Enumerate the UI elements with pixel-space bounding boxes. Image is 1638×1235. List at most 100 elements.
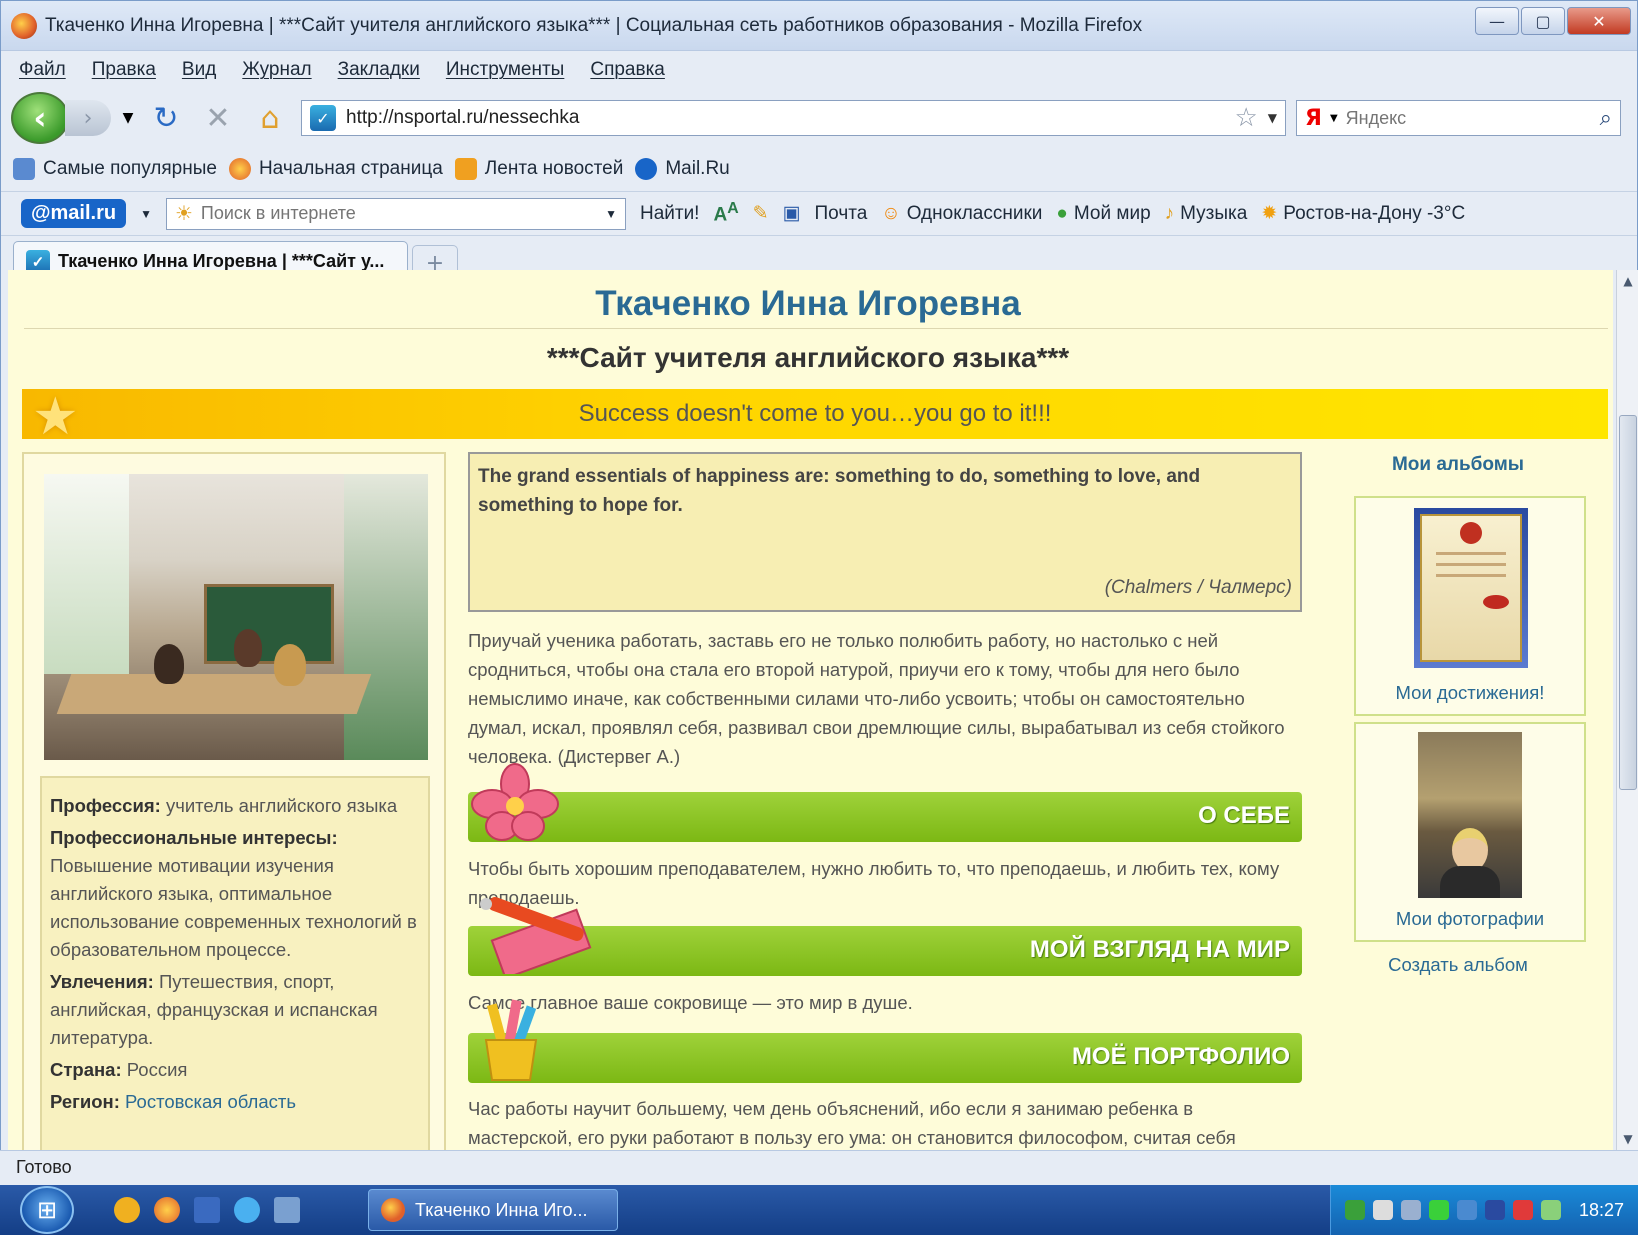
clock[interactable]: 18:27 [1579,1200,1624,1221]
mailru-menu-icon[interactable]: ▼ [140,207,152,221]
book-and-pencil-icon [480,897,592,974]
vertical-scrollbar[interactable]: ▲ ▼ [1616,270,1638,1150]
interests-row: Профессиональные интересы: Повышение моти… [50,824,420,964]
close-button[interactable]: ✕ [1567,7,1631,35]
album-achievements[interactable]: Мои достижения! [1354,496,1586,716]
display-icon[interactable] [1400,1200,1421,1220]
region-link[interactable]: Ростовская область [125,1091,296,1112]
photo-blackboard [204,584,334,664]
quick-launch-icon[interactable] [114,1197,140,1223]
stop-icon[interactable]: ✕ [197,101,239,136]
music-label: Музыка [1180,202,1248,224]
save-icon[interactable] [194,1197,220,1223]
network-icon[interactable] [1344,1200,1365,1220]
mailru-logo[interactable]: @mail.ru [21,199,127,228]
history-dropdown-icon[interactable]: ▼ [121,110,135,126]
menu-view[interactable]: Вид [182,59,216,81]
page-search-icon[interactable]: ▣ [783,202,801,225]
profession-row: Профессия: учитель английского языка [50,792,420,820]
section-about[interactable]: О СЕБЕ [468,792,1302,842]
sputnik-icon: ☀ [174,203,193,225]
url-text[interactable]: http://nsportal.ru/nessechka [346,107,1224,129]
certificate-thumbnail[interactable] [1414,508,1528,668]
mailru-search-dropdown-icon[interactable]: ▼ [605,207,625,221]
odnoklassniki-button[interactable]: ☺ Одноклассники [881,203,1042,225]
photo-student [274,644,306,686]
albums-title[interactable]: Мои альбомы [1338,454,1578,476]
search-icon[interactable]: ⌕ [1600,106,1612,131]
highlight-icon[interactable]: ✎ [753,202,769,225]
bookmark-label: Лента новостей [484,158,624,179]
menu-help[interactable]: Справка [590,59,665,81]
menu-bookmarks[interactable]: Закладки [338,59,420,81]
home-icon[interactable]: ⌂ [249,101,291,136]
bookmark-news-feed[interactable]: Лента новостей [454,158,624,180]
start-button[interactable]: ⊞ [20,1186,74,1234]
taskbar-firefox-task[interactable]: Ткаченко Инна Иго... [368,1189,618,1231]
pencil-cup-icon [484,999,538,1081]
tray-app-icon[interactable] [1456,1200,1477,1220]
mailru-search[interactable]: ☀ ▼ [165,197,626,230]
engine-dropdown-icon[interactable]: ▼ [1330,113,1338,124]
tray-app-icon[interactable] [1540,1200,1561,1220]
reload-icon[interactable]: ↻ [145,101,187,136]
minimize-button[interactable]: — [1475,7,1519,35]
scroll-down-icon[interactable]: ▼ [1617,1132,1638,1146]
firefox-icon [11,12,37,39]
search-input[interactable] [1345,107,1592,129]
create-album-link[interactable]: Создать альбом [1338,954,1578,976]
back-button[interactable]: ‹ [11,92,69,144]
site-identity-icon[interactable]: ✓ [310,105,336,131]
teacher-photo-thumbnail[interactable] [1418,732,1522,898]
window-controls: — ▢ ✕ [1475,7,1631,35]
intro-text: Приучай ученика работать, заставь его не… [468,630,1285,767]
font-size-icon[interactable]: AA [713,200,738,226]
menu-history[interactable]: Журнал [242,59,311,81]
crest-icon [1460,522,1482,544]
bookmark-popular[interactable]: Самые популярные [13,158,217,180]
address-bar[interactable]: ✓ http://nsportal.ru/nessechka ☆ ▼ [301,100,1286,136]
yandex-icon[interactable]: Я [1305,106,1322,131]
weather-button[interactable]: ✹ Ростов-на-Дону -3°C [1261,202,1465,225]
ie-icon[interactable] [234,1197,260,1223]
forward-button[interactable]: › [65,100,111,136]
bookmark-star-icon[interactable]: ☆ [1234,103,1257,133]
tray-alert-icon[interactable] [1512,1200,1533,1220]
firefox-icon[interactable] [154,1197,180,1223]
mailru-search-input[interactable] [200,203,598,224]
menu-file[interactable]: Файл [19,59,66,81]
maximize-button[interactable]: ▢ [1521,7,1565,35]
menu-edit[interactable]: Правка [92,59,156,81]
find-button[interactable]: Найти! [640,203,700,225]
quote-text: The grand essentials of happiness are: s… [478,466,1201,516]
region-label: Регион: [50,1091,120,1112]
mail-button[interactable]: Почта [815,203,868,225]
section-portfolio[interactable]: МОЁ ПОРТФОЛИО [468,1033,1302,1083]
scroll-thumb[interactable] [1619,415,1637,790]
scroll-up-icon[interactable]: ▲ [1617,274,1638,288]
search-bar[interactable]: Я ▼ ⌕ [1296,100,1621,136]
my-world-label: Мой мир [1073,202,1151,224]
desktop-icon[interactable] [274,1197,300,1223]
certificate-line [1436,552,1506,555]
my-world-button[interactable]: ● Мой мир [1056,203,1150,225]
tray-app-icon[interactable] [1484,1200,1505,1220]
mailru-logo-text: @mail.ru [31,202,117,224]
window-title: Ткаченко Инна Игоревна | ***Сайт учителя… [45,14,1143,36]
album-photos[interactable]: Мои фотографии [1354,722,1586,942]
volume-icon[interactable] [1372,1200,1393,1220]
profession-label: Профессия: [50,795,161,816]
album-caption[interactable]: Мои фотографии [1356,908,1584,930]
url-dropdown-icon[interactable]: ▼ [1268,111,1277,125]
music-button[interactable]: ♪ Музыка [1165,203,1248,225]
album-caption[interactable]: Мои достижения! [1356,682,1584,704]
music-icon: ♪ [1164,202,1175,224]
photo-window [44,474,129,674]
photo-student [154,644,184,684]
bookmark-start-page[interactable]: Начальная страница [228,158,443,180]
hobbies-label: Увлечения: [50,971,154,992]
status-icon[interactable] [1428,1200,1449,1220]
mailru-icon [635,158,658,180]
menu-tools[interactable]: Инструменты [446,59,564,81]
bookmark-mailru[interactable]: Mail.Ru [635,158,730,180]
